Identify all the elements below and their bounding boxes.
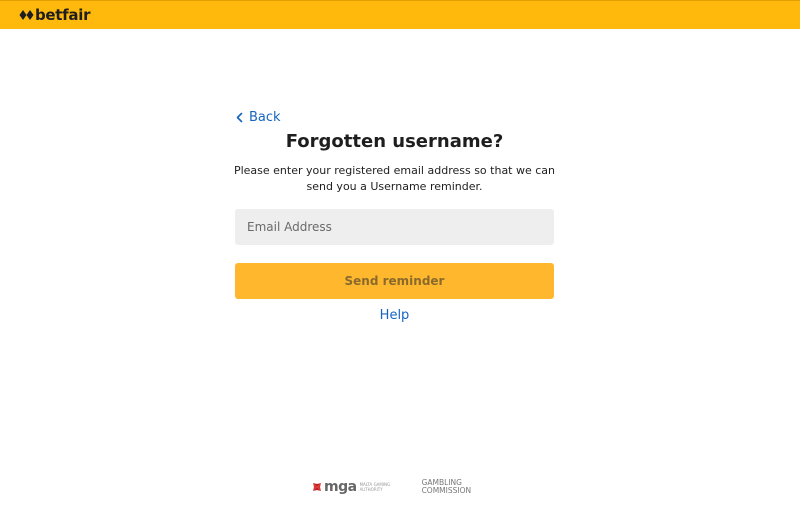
betfair-logo[interactable]: betfair bbox=[19, 6, 90, 24]
back-link[interactable]: Back bbox=[235, 110, 281, 125]
maltese-cross-icon bbox=[313, 483, 321, 491]
help-link[interactable]: Help bbox=[235, 308, 554, 324]
mga-wordmark: mga bbox=[324, 479, 357, 495]
mga-subtext: MALTA GAMING AUTHORITY bbox=[359, 482, 391, 492]
gc-line-2: COMMISSION bbox=[421, 486, 472, 495]
send-reminder-button[interactable]: Send reminder bbox=[235, 263, 554, 299]
page-title: Forgotten username? bbox=[285, 131, 504, 152]
gambling-commission-logo[interactable]: GAMBLING COMMISSION bbox=[422, 479, 472, 495]
mga-logo[interactable]: mga MALTA GAMING AUTHORITY bbox=[312, 480, 398, 494]
regulator-logos: mga MALTA GAMING AUTHORITY GAMBLING COMM… bbox=[312, 477, 471, 497]
top-header-bar: betfair bbox=[0, 0, 800, 29]
chevron-left-icon bbox=[236, 112, 243, 123]
betfair-diamond-icon bbox=[19, 10, 34, 20]
back-label: Back bbox=[249, 110, 281, 125]
form-description: Please enter your registered email addre… bbox=[233, 164, 556, 193]
email-field[interactable] bbox=[235, 209, 554, 245]
brand-name: betfair bbox=[35, 6, 91, 24]
